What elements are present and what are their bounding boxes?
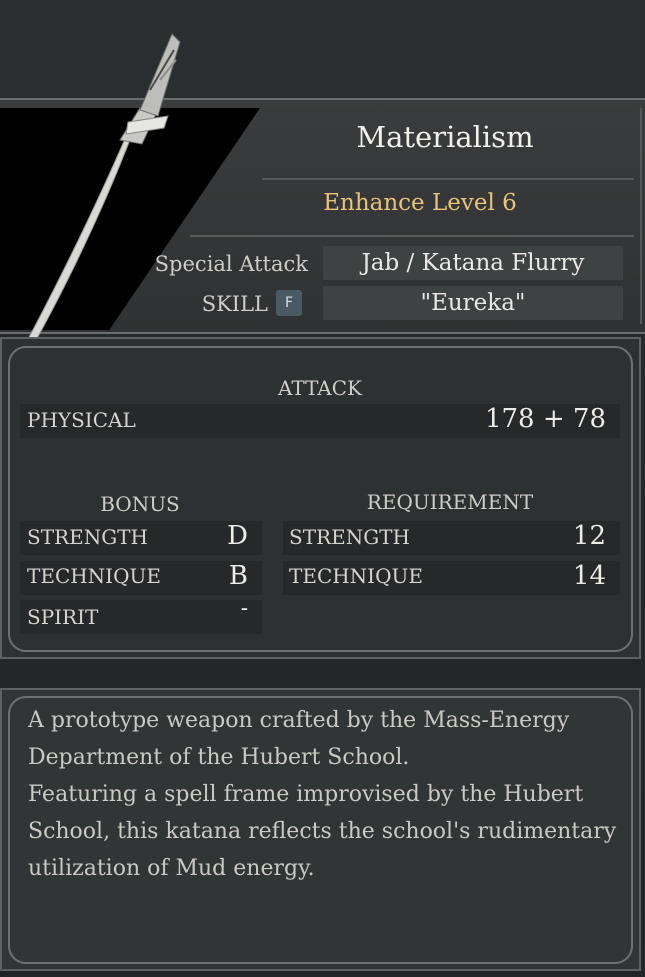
requirement-technique-label: TECHNIQUE [289,564,423,588]
skill-label: SKILL [201,292,268,316]
skill-value: "Eureka" [323,286,623,320]
bonus-spirit-grade: - [240,596,248,621]
description-line: A prototype weapon crafted by the Mass-E… [28,708,570,770]
special-attack-label: Special Attack [154,252,308,276]
bonus-technique-grade: B [228,561,248,591]
requirement-technique-value: 14 [572,561,606,591]
requirement-strength-label: STRENGTH [289,525,410,549]
bonus-strength-label: STRENGTH [27,525,148,549]
bonus-strength-grade: D [227,521,248,551]
weapon-description: A prototype weapon crafted by the Mass-E… [28,702,618,887]
header-divider [190,235,634,237]
requirement-heading: REQUIREMENT [366,490,534,514]
header-divider [262,178,634,180]
physical-value: 178 + 78 [484,404,606,434]
physical-label: PHYSICAL [27,408,136,432]
attack-heading: ATTACK [278,376,362,400]
enhance-level: Enhance Level 6 [323,190,517,216]
requirement-strength-value: 12 [572,521,606,551]
bonus-technique-label: TECHNIQUE [27,564,161,588]
bonus-spirit-label: SPIRIT [27,605,99,629]
special-attack-value: Jab / Katana Flurry [323,246,623,280]
description-line: Featuring a spell frame improvised by th… [28,782,617,881]
weapon-name: Materialism [356,120,534,154]
bonus-heading: BONUS [100,492,180,516]
skill-key-badge: F [276,290,302,316]
